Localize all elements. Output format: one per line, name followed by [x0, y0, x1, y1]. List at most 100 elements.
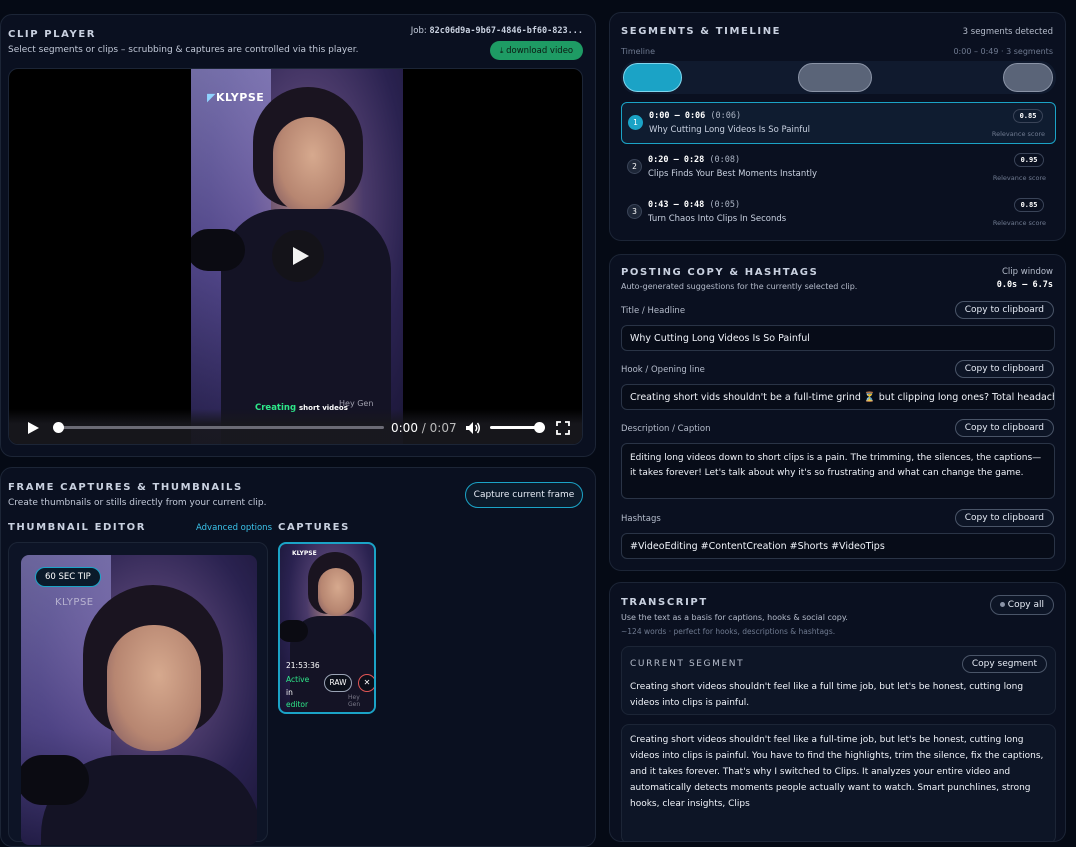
hook-field[interactable]: Creating short vids shouldn't be a full-… [621, 384, 1055, 410]
captures-title: CAPTURES [278, 522, 350, 533]
frame-captures-title: FRAME CAPTURES & THUMBNAILS [8, 482, 243, 493]
full-transcript-text: Creating short videos shouldn't feel lik… [630, 735, 1044, 809]
segment-range-3: 0:43 – 0:48 (0:05) [648, 200, 741, 210]
capture-watermark: Hey Gen [348, 694, 361, 708]
person-face [273, 117, 345, 213]
timeline-segment-1[interactable] [623, 63, 682, 92]
segment-score-label-2: Relevance score [992, 174, 1046, 182]
video-controls: 0:00 / 0:07 [9, 409, 582, 444]
thumbnail-tag[interactable]: 60 SEC TIP [35, 567, 101, 587]
advanced-options-link[interactable]: Advanced options [196, 523, 272, 533]
thumb-person-face [107, 625, 201, 751]
current-segment-title: CURRENT SEGMENT [630, 659, 745, 669]
capture-time: 21:53:36 [286, 661, 320, 670]
capture-brand: KLYPSE [292, 550, 317, 557]
segments-panel: SEGMENTS & TIMELINE 3 segments detected … [609, 12, 1066, 241]
clip-window-label: Clip window [1001, 267, 1053, 277]
download-video-label: download video [506, 46, 574, 56]
microphone [191, 229, 245, 271]
capture-card[interactable]: KLYPSE 21:53:36 Active in editor RAW ✕ H… [278, 542, 376, 714]
copy-title-button[interactable]: Copy to clipboard [954, 301, 1054, 319]
timeline-segment-2[interactable] [798, 63, 872, 92]
download-icon: ⤓ [499, 46, 504, 55]
segment-score-label-1: Relevance score [991, 130, 1045, 138]
segment-number-2: 2 [627, 159, 642, 174]
play-overlay-button[interactable] [272, 230, 324, 282]
thumb-brand: KLYPSE [55, 597, 94, 608]
segment-item-3[interactable]: 3 0:43 – 0:48 (0:05) Turn Chaos Into Cli… [621, 192, 1056, 234]
play-small-icon[interactable] [26, 421, 40, 435]
segment-item-1[interactable]: 1 0:00 – 0:06 (0:06) Why Cutting Long Vi… [621, 102, 1056, 144]
capture-status-line-1: Active [286, 675, 310, 684]
copy-hook-button[interactable]: Copy to clipboard [954, 360, 1054, 378]
timeline-segment-3[interactable] [1003, 63, 1053, 92]
time-separator: / [421, 421, 426, 435]
frame-captures-subtitle: Create thumbnails or stills directly fro… [8, 498, 267, 508]
transcript-meta: ~124 words · perfect for hooks, descript… [621, 627, 836, 636]
capture-status-line-3: editor [286, 700, 309, 709]
clip-player-title: CLIP PLAYER [8, 29, 97, 40]
thumbnail-editor: KLYPSE 60 SEC TIP [8, 542, 268, 845]
segment-range-1: 0:00 – 0:06 (0:06) [649, 111, 742, 121]
volume-thumb[interactable] [534, 422, 545, 433]
title-field[interactable]: Why Cutting Long Videos Is So Painful [621, 325, 1055, 351]
segments-title: SEGMENTS & TIMELINE [621, 26, 782, 37]
segment-score-2: 0.95 [1014, 153, 1044, 167]
video-player[interactable]: ◤KLYPSE Creating short videos Hey Gen 0:… [8, 68, 583, 445]
seek-bar[interactable] [53, 422, 384, 433]
copy-all-button[interactable]: Copy all [989, 595, 1054, 615]
volume-icon[interactable] [465, 421, 481, 435]
segments-count: 3 segments detected [962, 27, 1053, 37]
segment-score-label-3: Relevance score [992, 219, 1046, 227]
download-video-button[interactable]: ⤓ download video [490, 41, 583, 60]
watermark: Hey Gen [339, 399, 374, 408]
job-label: Job: [410, 26, 427, 36]
segment-title-3: Turn Chaos Into Clips In Seconds [648, 214, 787, 224]
capture-raw-button[interactable]: RAW [324, 674, 352, 692]
segment-score-3: 0.85 [1014, 198, 1044, 212]
time-display: 0:00 / 0:07 [391, 421, 457, 435]
hashtags-label: Hashtags [621, 514, 661, 524]
job-id: 82c06d9a-9b67-4846-bf60-823... [429, 26, 583, 36]
capture-delete-button[interactable]: ✕ [358, 674, 374, 692]
segment-item-2[interactable]: 2 0:20 – 0:28 (0:08) Clips Finds Your Be… [621, 147, 1056, 189]
timeline-label: Timeline [621, 47, 656, 56]
copy-segment-button[interactable]: Copy segment [961, 655, 1047, 673]
description-field[interactable]: Editing long videos down to short clips … [621, 443, 1055, 499]
fullscreen-icon[interactable] [556, 421, 570, 435]
title-label: Title / Headline [621, 306, 686, 316]
full-transcript-box[interactable]: Creating short videos shouldn't feel lik… [621, 724, 1056, 841]
capture-current-frame-label: Capture current frame [473, 490, 575, 500]
posting-copy-panel: POSTING COPY & HASHTAGS Auto-generated s… [609, 254, 1066, 571]
current-segment-text: Creating short videos shouldn't feel lik… [630, 682, 1024, 708]
timeline-range: 0:00 – 0:49 · 3 segments [953, 47, 1053, 56]
play-icon [293, 247, 309, 265]
segment-range-2: 0:20 – 0:28 (0:08) [648, 155, 741, 165]
segment-title-1: Why Cutting Long Videos Is So Painful [649, 125, 810, 135]
clip-player-panel: CLIP PLAYER Select segments or clips – s… [0, 14, 596, 457]
seek-thumb[interactable] [53, 422, 64, 433]
thumbnail-canvas[interactable]: KLYPSE 60 SEC TIP [21, 555, 257, 845]
timeline-track[interactable] [621, 61, 1056, 94]
clip-player-subtitle: Select segments or clips – scrubbing & c… [8, 45, 359, 55]
clip-window-value: 0.0s – 6.7s [996, 280, 1053, 290]
segment-score-1: 0.85 [1013, 109, 1043, 123]
description-label: Description / Caption [621, 424, 711, 434]
copy-description-button[interactable]: Copy to clipboard [954, 419, 1054, 437]
brand-logo: ◤KLYPSE [207, 91, 265, 104]
copy-hashtags-button[interactable]: Copy to clipboard [954, 509, 1054, 527]
transcript-title: TRANSCRIPT [621, 597, 708, 608]
hashtags-field[interactable]: #VideoEditing #ContentCreation #Shorts #… [621, 533, 1055, 559]
copy-all-label: Copy all [1007, 600, 1044, 610]
segment-number-1: 1 [628, 115, 643, 130]
logo-mark-icon: ◤ [207, 91, 216, 104]
posting-copy-title: POSTING COPY & HASHTAGS [621, 267, 819, 278]
thumb-microphone [21, 755, 89, 805]
capture-current-frame-button[interactable]: Capture current frame [465, 482, 583, 508]
capture-microphone [280, 620, 308, 642]
time-total: 0:07 [429, 421, 457, 435]
time-current: 0:00 [391, 421, 418, 435]
copy-all-dot-icon [999, 602, 1005, 607]
volume-slider[interactable] [490, 422, 545, 433]
hook-label: Hook / Opening line [621, 365, 705, 375]
